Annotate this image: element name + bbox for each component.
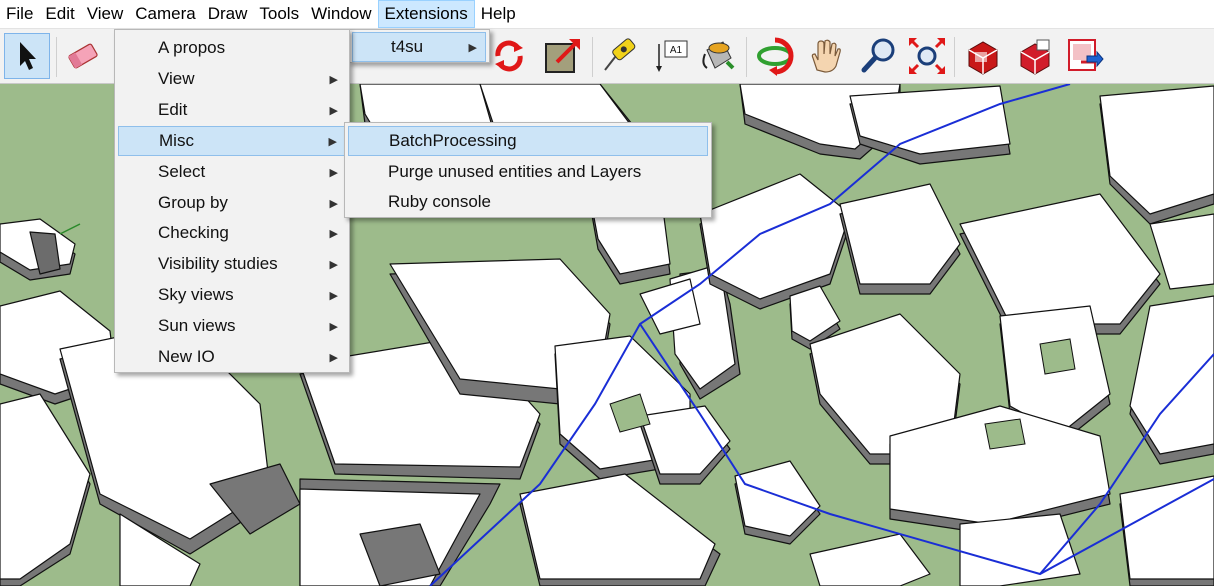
submenu-arrow-icon: ▶ — [329, 104, 338, 117]
menu-item-new-io[interactable]: New IO ▶ — [118, 342, 346, 372]
extensions-dropdown: t4su ▶ — [348, 29, 490, 63]
menu-item-t4su[interactable]: t4su ▶ — [352, 32, 486, 62]
submenu-arrow-icon: ▶ — [468, 41, 477, 54]
scale-tool-button[interactable] — [540, 33, 586, 79]
submenu-arrow-icon: ▶ — [329, 320, 338, 333]
submenu-arrow-icon: ▶ — [329, 227, 338, 240]
menu-item-label: t4su — [391, 37, 424, 56]
menu-view[interactable]: View — [81, 0, 130, 28]
menu-edit[interactable]: Edit — [39, 0, 80, 28]
submenu-arrow-icon: ▶ — [328, 135, 337, 148]
submenu-arrow-icon: ▶ — [329, 166, 338, 179]
send-to-layout-icon — [1068, 39, 1104, 71]
zoom-extents-icon — [908, 37, 946, 75]
menu-item-misc[interactable]: Misc ▶ — [118, 126, 346, 156]
zoom-icon — [861, 38, 895, 73]
menu-item-ruby-console[interactable]: Ruby console — [348, 187, 708, 217]
menu-item-label: View — [158, 69, 195, 88]
menu-item-label: Checking — [158, 223, 229, 242]
menu-item-group-by[interactable]: Group by ▶ — [118, 188, 346, 218]
pan-icon — [811, 39, 841, 73]
eraser-icon — [68, 43, 98, 69]
menu-item-label: Purge unused entities and Layers — [388, 162, 642, 181]
menu-item-sky-views[interactable]: Sky views ▶ — [118, 280, 346, 310]
menu-item-label: New IO — [158, 347, 215, 366]
tape-measure-icon — [604, 38, 636, 71]
submenu-arrow-icon: ▶ — [329, 197, 338, 210]
menu-item-checking[interactable]: Checking ▶ — [118, 218, 346, 248]
menu-item-label: Group by — [158, 193, 228, 212]
misc-submenu: BatchProcessing Purge unused entities an… — [344, 122, 712, 218]
menu-item-label: Sky views — [158, 285, 234, 304]
menu-extensions[interactable]: Extensions — [377, 0, 475, 28]
pan-tool-button[interactable] — [802, 33, 848, 79]
menu-item-edit[interactable]: Edit ▶ — [118, 95, 346, 125]
menu-item-view[interactable]: View ▶ — [118, 64, 346, 94]
menu-item-select[interactable]: Select ▶ — [118, 157, 346, 187]
menu-camera[interactable]: Camera — [129, 0, 201, 28]
menu-item-batch-processing[interactable]: BatchProcessing — [348, 126, 708, 156]
text-icon: A1 — [656, 40, 688, 72]
submenu-arrow-icon: ▶ — [329, 351, 338, 364]
menu-item-a-propos[interactable]: A propos — [118, 33, 346, 63]
select-tool-button[interactable] — [4, 33, 50, 79]
extension-warehouse-tool-button[interactable] — [1012, 33, 1058, 79]
warehouse-tool-button[interactable] — [960, 33, 1006, 79]
text-tool-button[interactable]: A1 — [648, 33, 694, 79]
paint-bucket-icon — [702, 41, 735, 70]
t4su-submenu: A propos View ▶ Edit ▶ Misc ▶ Select ▶ G… — [114, 29, 350, 373]
submenu-arrow-icon: ▶ — [329, 289, 338, 302]
select-icon — [20, 42, 36, 70]
menu-item-sun-views[interactable]: Sun views ▶ — [118, 311, 346, 341]
rotate-tool-button[interactable] — [486, 33, 532, 79]
warehouse-icon — [968, 41, 998, 75]
menu-item-label: Sun views — [158, 316, 236, 335]
zoom-tool-button[interactable] — [856, 33, 902, 79]
menu-item-label: Misc — [159, 131, 194, 150]
menu-item-label: A propos — [158, 38, 226, 57]
menu-item-label: Visibility studies — [158, 254, 278, 273]
menu-tools[interactable]: Tools — [253, 0, 305, 28]
orbit-tool-button[interactable] — [752, 33, 798, 79]
submenu-arrow-icon: ▶ — [329, 258, 338, 271]
menu-item-visibility-studies[interactable]: Visibility studies ▶ — [118, 249, 346, 279]
menu-item-label: Select — [158, 162, 206, 181]
menu-item-label: Edit — [158, 100, 188, 119]
menu-help[interactable]: Help — [475, 0, 522, 28]
extension-warehouse-icon — [1020, 39, 1050, 75]
menu-file[interactable]: File — [0, 0, 39, 28]
scale-icon — [545, 39, 580, 73]
orbit-icon — [757, 37, 794, 76]
rotate-icon — [495, 40, 523, 72]
send-to-layout-tool-button[interactable] — [1062, 33, 1108, 79]
eraser-tool-button[interactable] — [60, 33, 106, 79]
menu-item-label: Ruby console — [388, 192, 492, 211]
zoom-extents-tool-button[interactable] — [904, 33, 950, 79]
submenu-arrow-icon: ▶ — [329, 73, 338, 86]
tape-measure-tool-button[interactable] — [596, 33, 642, 79]
paint-bucket-tool-button[interactable] — [694, 33, 740, 79]
menu-item-purge-unused[interactable]: Purge unused entities and Layers — [348, 157, 708, 187]
svg-text:A1: A1 — [670, 45, 683, 56]
menu-bar: File Edit View Camera Draw Tools Window … — [0, 0, 1214, 29]
menu-window[interactable]: Window — [305, 0, 377, 28]
menu-item-label: BatchProcessing — [389, 131, 517, 150]
menu-draw[interactable]: Draw — [202, 0, 254, 28]
